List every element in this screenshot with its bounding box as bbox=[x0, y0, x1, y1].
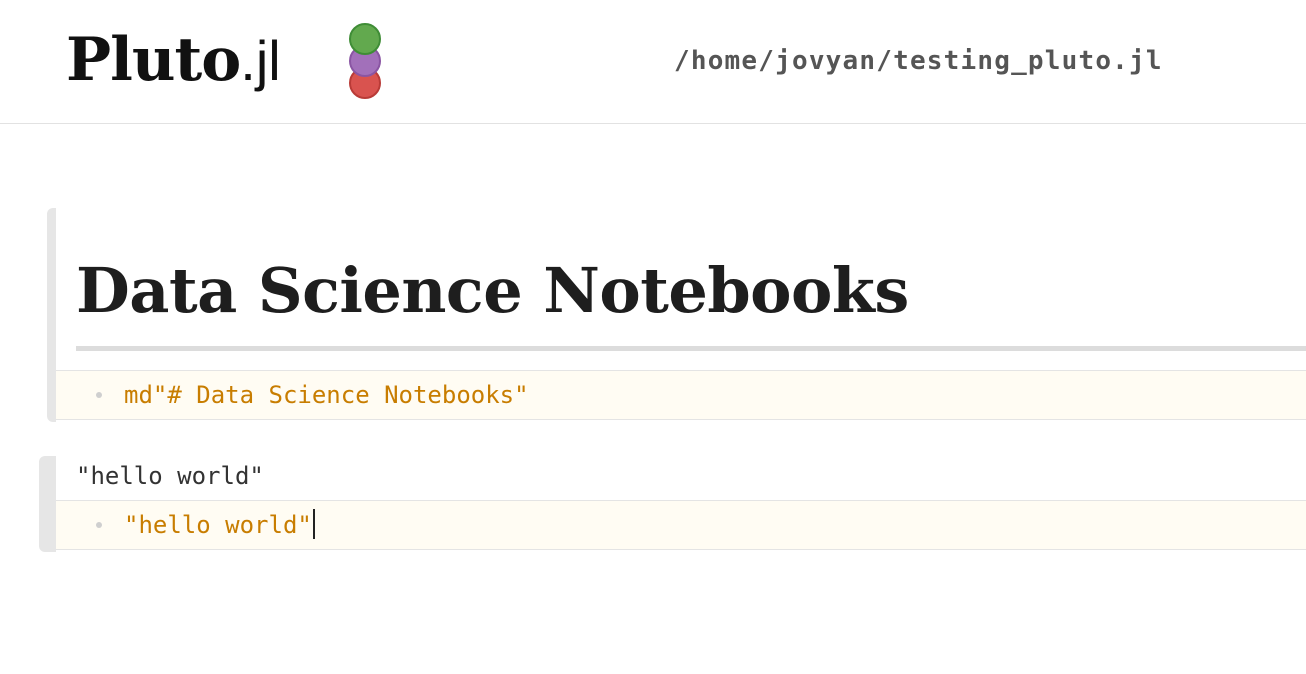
code-text: "hello world" bbox=[124, 511, 312, 539]
code-line[interactable]: md"# Data Science Notebooks" bbox=[124, 379, 529, 411]
markdown-heading: Data Science Notebooks bbox=[76, 254, 909, 327]
logo-dots-icon bbox=[347, 23, 387, 103]
logo-name: Pluto bbox=[66, 25, 241, 95]
string-output: "hello world" bbox=[76, 462, 264, 490]
notebook-path[interactable]: /home/jovyan/testing_pluto.jl bbox=[674, 46, 1163, 76]
cell-selection-bar[interactable] bbox=[47, 208, 56, 422]
code-editor[interactable]: md"# Data Science Notebooks" bbox=[56, 370, 1306, 420]
logo-extension: .jl bbox=[240, 29, 281, 92]
line-bullet-icon bbox=[96, 522, 102, 528]
text-cursor bbox=[312, 509, 315, 539]
cell-output: Data Science Notebooks bbox=[76, 208, 1306, 358]
logo-text: Pluto.jl bbox=[66, 22, 281, 113]
line-bullet-icon bbox=[96, 392, 102, 398]
green-dot-icon bbox=[349, 23, 381, 55]
header-bar: Pluto.jl /home/jovyan/testing_pluto.jl bbox=[0, 0, 1306, 124]
heading-rule bbox=[76, 346, 1306, 351]
cell-output: "hello world" bbox=[76, 456, 1306, 500]
code-line[interactable]: "hello world" bbox=[124, 509, 315, 541]
notebook-cell[interactable]: "hello world" "hello world" bbox=[39, 456, 1306, 552]
notebook-cell[interactable]: Data Science Notebooks md"# Data Science… bbox=[47, 208, 1306, 422]
cell-selection-bar[interactable] bbox=[39, 456, 56, 552]
code-editor[interactable]: "hello world" bbox=[56, 500, 1306, 550]
